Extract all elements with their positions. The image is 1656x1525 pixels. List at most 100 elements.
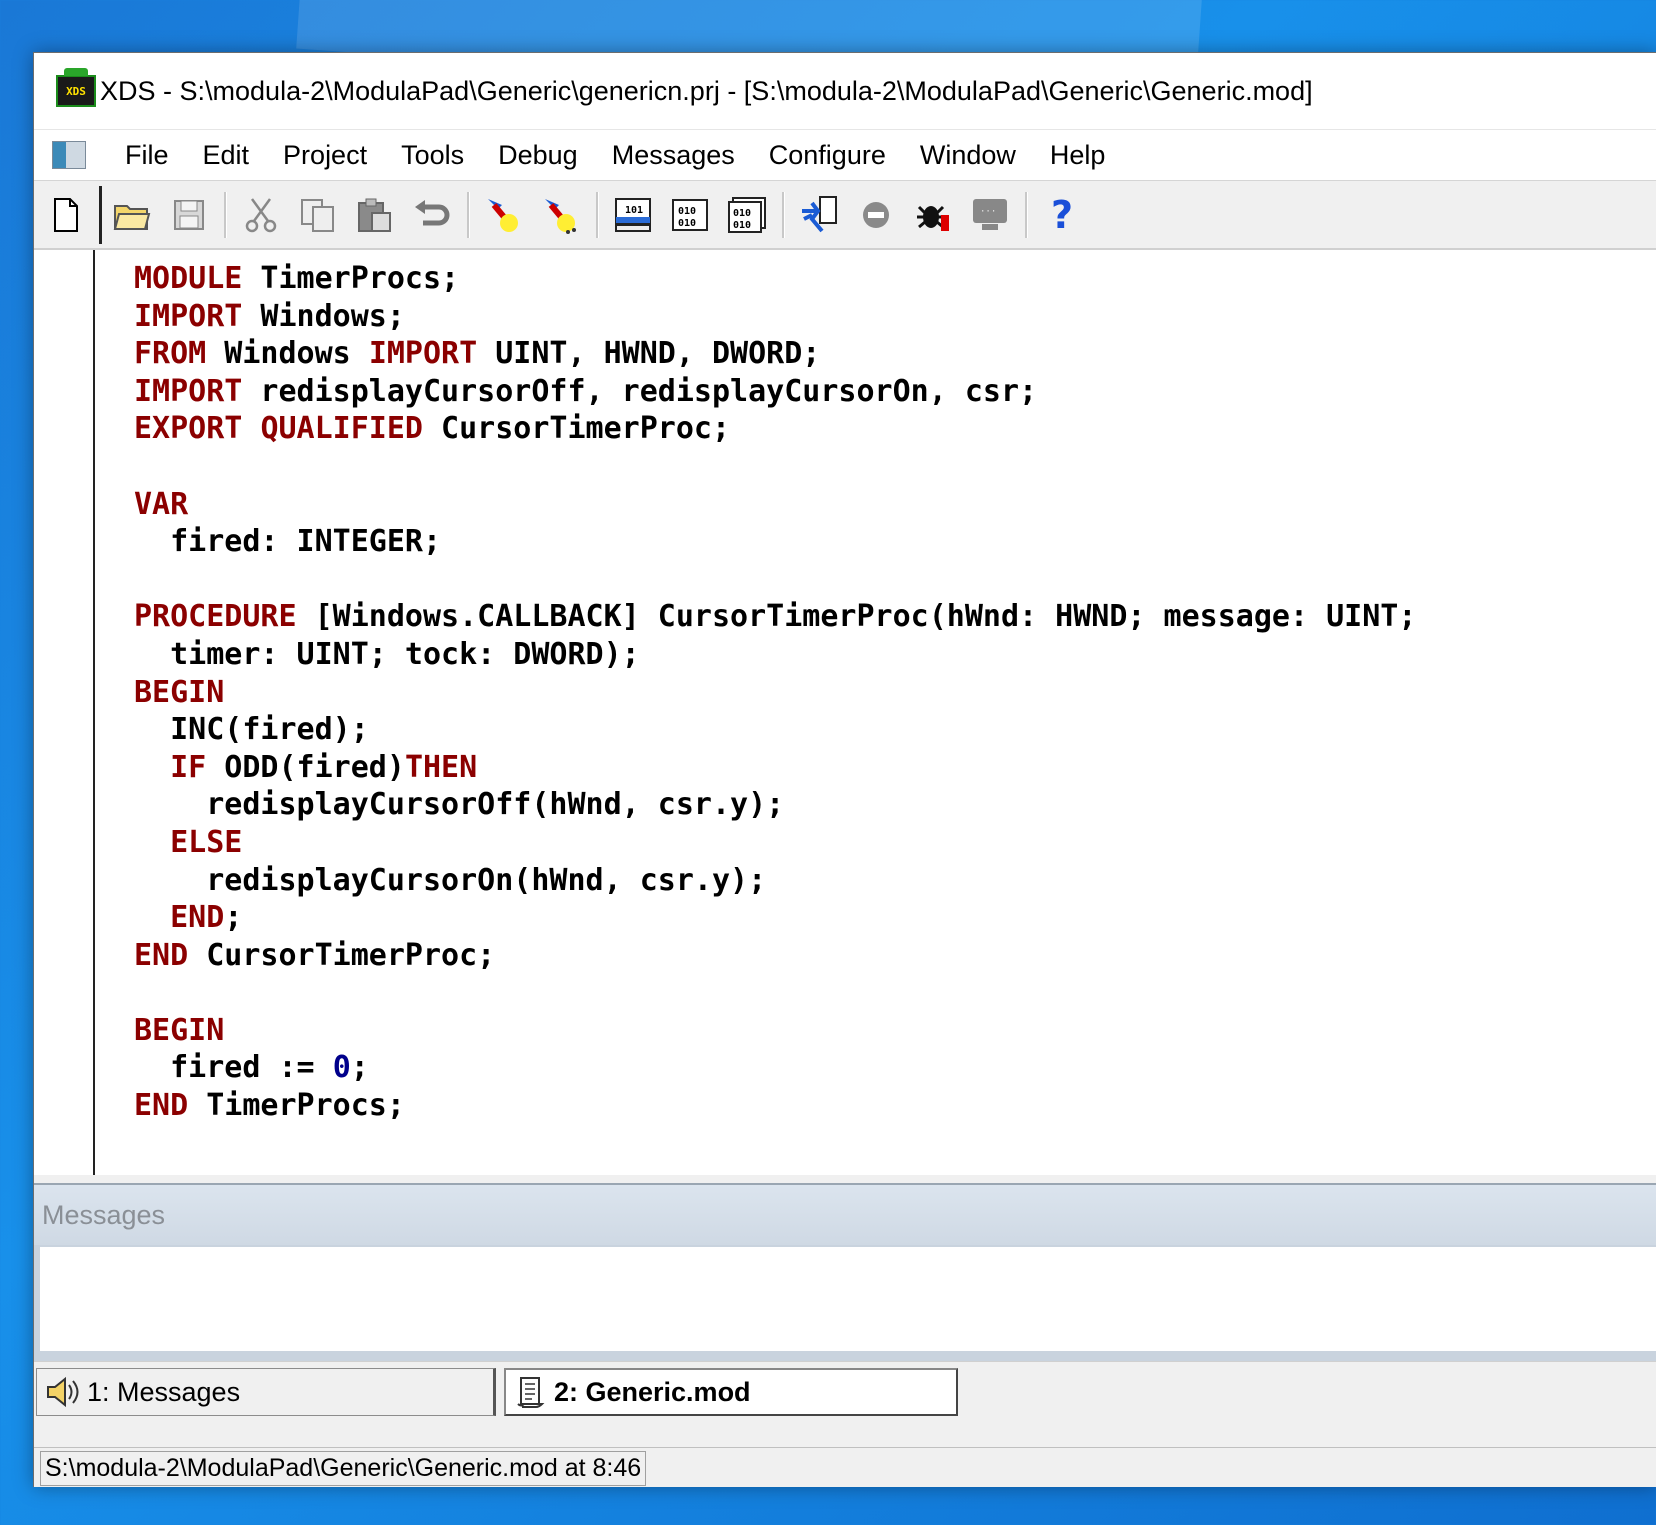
window-title: - S:\modula-2\ModulaPad\Generic\genericn… [155, 75, 1313, 106]
window-tab-strip: 1: Messages 2: Generic.mod [34, 1361, 1656, 1422]
code-keyword: QUALIFIED [260, 411, 423, 447]
code-line[interactable]: redisplayCursorOff(hWnd, csr.y); [134, 786, 1416, 824]
toolbar-separator [782, 191, 785, 238]
messages-list[interactable] [40, 1247, 1656, 1351]
code-line[interactable]: IMPORT redisplayCursorOff, redisplayCurs… [134, 373, 1416, 411]
code-text: redisplayCursorOn(hWnd, csr.y); [134, 862, 767, 898]
help-icon[interactable]: ? [1038, 191, 1086, 239]
code-line[interactable]: END TimerProcs; [134, 1087, 1416, 1125]
menu-help[interactable]: Help [1033, 140, 1123, 171]
menu-file[interactable]: File [108, 140, 186, 171]
code-line[interactable]: fired := 0; [134, 1049, 1416, 1087]
code-number: 0 [332, 1050, 351, 1086]
xds-window: XDS XDS - S:\modula-2\ModulaPad\Generic\… [33, 52, 1656, 1487]
code-line[interactable] [134, 974, 1416, 1012]
code-text: TimerProcs; [242, 261, 460, 296]
xds-app-icon[interactable]: XDS [56, 68, 96, 107]
new-file-icon[interactable] [42, 191, 90, 239]
code-line[interactable]: VAR [134, 486, 1416, 524]
code-line[interactable]: FROM Windows IMPORT UINT, HWND, DWORD; [134, 335, 1416, 373]
svg-text:010: 010 [733, 220, 751, 231]
code-line[interactable]: EXPORT QUALIFIED CursorTimerProc; [134, 410, 1416, 448]
code-text: redisplayCursorOff(hWnd, csr.y); [134, 787, 785, 823]
tab-messages[interactable]: 1: Messages [36, 1368, 496, 1416]
code-line[interactable]: END; [134, 899, 1416, 937]
toolbar-separator [596, 191, 599, 238]
tab-messages-label: 1: Messages [87, 1376, 241, 1407]
code-line[interactable]: MODULE TimerProcs; [134, 260, 1416, 298]
document-system-menu-icon[interactable] [52, 141, 86, 169]
code-line[interactable] [134, 561, 1416, 599]
tab-generic-mod[interactable]: 2: Generic.mod [504, 1368, 958, 1416]
code-line[interactable]: INC(fired); [134, 711, 1416, 749]
copy-icon[interactable] [294, 191, 342, 239]
paste-icon[interactable] [351, 191, 399, 239]
undo-icon[interactable] [408, 191, 456, 239]
code-text: fired: INTEGER; [134, 524, 442, 560]
code-keyword: IF [170, 749, 207, 785]
code-line[interactable]: redisplayCursorOn(hWnd, csr.y); [134, 862, 1416, 900]
toolbar-separator [224, 191, 227, 238]
terminal-icon[interactable]: ··· [966, 191, 1014, 239]
code-text: Windows; [242, 298, 405, 334]
code-line[interactable]: PROCEDURE [Windows.CALLBACK] CursorTimer… [134, 598, 1416, 636]
code-line[interactable]: END CursorTimerProc; [134, 937, 1416, 975]
code-text: UINT, HWND, DWORD; [477, 336, 821, 372]
menu-messages[interactable]: Messages [595, 140, 752, 171]
menu-window[interactable]: Window [903, 140, 1033, 171]
source-code[interactable]: MODULE TimerProcs; IMPORT Windows; FROM Wi… [134, 260, 1416, 1125]
code-editor[interactable]: MODULE TimerProcs; IMPORT Windows; FROM Wi… [34, 250, 1656, 1175]
code-keyword: BEGIN [134, 674, 225, 710]
menu-configure[interactable]: Configure [752, 140, 903, 171]
code-keyword: IMPORT [368, 336, 478, 372]
status-text: S:\modula-2\ModulaPad\Generic\Generic.mo… [40, 1450, 647, 1486]
menu-tools[interactable]: Tools [384, 140, 481, 171]
save-icon[interactable] [165, 191, 213, 239]
run-icon[interactable] [795, 191, 843, 239]
menu-bar: File Edit Project Tools Debug Messages C… [34, 129, 1656, 180]
title-bar[interactable]: XDS XDS - S:\modula-2\ModulaPad\Generic\… [34, 53, 1656, 129]
menu-debug[interactable]: Debug [481, 140, 595, 171]
code-line[interactable]: timer: UINT; tock: DWORD); [134, 636, 1416, 674]
stop-icon[interactable] [852, 191, 900, 239]
toolbar-separator [467, 191, 470, 238]
binary-window-2-icon[interactable]: 010 010 [723, 191, 771, 239]
code-text: CursorTimerProc; [423, 411, 731, 447]
binary-window-icon[interactable]: 010 010 [666, 191, 714, 239]
svg-text:101: 101 [625, 205, 643, 216]
code-text: timer: UINT; tock: DWORD); [134, 636, 640, 672]
open-folder-icon[interactable] [108, 191, 156, 239]
code-text: Windows [206, 336, 369, 372]
compile-icon[interactable] [480, 191, 528, 239]
code-line[interactable]: IF ODD(fired)THEN [134, 749, 1416, 787]
code-line[interactable] [134, 448, 1416, 486]
bug-icon[interactable] [909, 191, 957, 239]
code-line[interactable]: BEGIN [134, 1012, 1416, 1050]
menu-edit[interactable]: Edit [186, 140, 267, 171]
code-line[interactable]: IMPORT Windows; [134, 298, 1416, 336]
code-keyword: PROCEDURE [134, 599, 297, 635]
menu-project[interactable]: Project [266, 140, 384, 171]
speaker-icon [47, 1376, 79, 1408]
code-text: [Windows.CALLBACK] CursorTimerProc(hWnd:… [296, 599, 1417, 635]
svg-text:010: 010 [678, 218, 696, 229]
code-text: fired := [134, 1050, 333, 1086]
code-line[interactable]: fired: INTEGER; [134, 523, 1416, 561]
svg-text:010: 010 [733, 208, 751, 219]
code-keyword: ELSE [170, 824, 243, 860]
code-keyword: VAR [134, 486, 189, 522]
help-glyph: ? [1050, 192, 1074, 237]
code-line[interactable]: ELSE [134, 824, 1416, 862]
code-keyword: EXPORT [134, 411, 243, 447]
code-line[interactable]: BEGIN [134, 674, 1416, 712]
code-text: ; [224, 900, 243, 936]
code-keyword: FROM [134, 336, 207, 372]
code-text: redisplayCursorOff, redisplayCursorOn, c… [242, 373, 1038, 409]
cut-icon[interactable] [237, 191, 285, 239]
make-icon[interactable] [537, 191, 585, 239]
tab-generic-mod-label: 2: Generic.mod [554, 1376, 751, 1407]
debug-screen-icon[interactable]: 101 [609, 191, 657, 239]
